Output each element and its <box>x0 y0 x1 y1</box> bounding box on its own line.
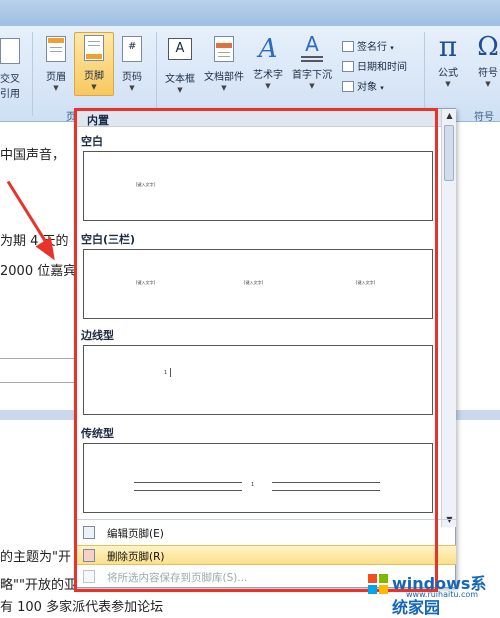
divider <box>0 382 74 383</box>
text-box-label: 文本框 <box>165 74 195 85</box>
cross-reference-label-1: 交叉 <box>0 74 20 85</box>
object-icon <box>342 81 354 92</box>
footer-label: 页脚 <box>84 71 104 82</box>
quick-parts-button[interactable]: 文档部件 ▼ <box>204 34 244 93</box>
date-time-button[interactable]: 日期和时间 <box>342 58 407 73</box>
windows-logo-icon <box>368 574 388 594</box>
chevron-down-icon: ▼ <box>177 86 183 94</box>
chevron-down-icon: ▼ <box>265 82 271 90</box>
highlight-box <box>74 108 438 592</box>
signature-icon <box>342 41 354 52</box>
date-time-label: 日期和时间 <box>357 62 407 73</box>
chevron-down-icon: ▼ <box>485 80 491 88</box>
equation-label: 公式 <box>438 68 458 79</box>
chevron-down-icon: ▼ <box>53 84 59 92</box>
page-number-button[interactable]: # 页码 ▼ <box>112 34 152 93</box>
chevron-down-icon: ▼ <box>91 83 97 91</box>
omega-icon: Ω <box>477 32 499 62</box>
symbol-button[interactable]: Ω 符号 ▼ <box>468 32 500 89</box>
chevron-down-icon: ▼ <box>445 80 451 88</box>
cross-reference-label-2: 引用 <box>0 89 20 100</box>
footer-icon <box>81 35 107 65</box>
group-separator <box>32 32 33 116</box>
cross-reference-icon <box>0 38 23 68</box>
quick-parts-label: 文档部件 <box>204 72 244 83</box>
text-box-icon: A <box>167 38 193 68</box>
doc-line: 的主题为"开 <box>0 550 71 565</box>
page-number-icon: # <box>119 36 145 66</box>
footer-button[interactable]: 页脚 ▼ <box>74 32 114 96</box>
drop-cap-icon: A <box>299 34 325 64</box>
chevron-down-icon: ▼ <box>129 84 135 92</box>
header-icon <box>43 36 69 66</box>
watermark: windows系统家园 www.ruihaitu.com <box>362 568 500 617</box>
signature-label: 签名行 <box>357 42 387 53</box>
divider <box>0 358 74 359</box>
object-label: 对象 <box>357 82 377 93</box>
object-button[interactable]: 对象 ▾ <box>342 78 384 93</box>
equation-button[interactable]: π 公式 ▼ <box>428 32 468 89</box>
chevron-down-icon: ▼ <box>221 84 227 92</box>
group-separator <box>424 32 425 116</box>
watermark-subtext: www.ruihaitu.com <box>406 590 479 599</box>
signature-line-button[interactable]: 签名行 ▾ <box>342 38 394 53</box>
scroll-up-icon[interactable]: ▲ <box>442 109 457 123</box>
wordart-icon: A <box>258 34 278 64</box>
header-button[interactable]: 页眉 ▼ <box>36 34 76 93</box>
doc-line: 中国声音， <box>0 148 66 163</box>
group-label-symbols: 符号 <box>474 112 494 123</box>
chevron-down-icon: ▼ <box>309 82 315 90</box>
drop-cap-label: 首字下沉 <box>292 70 332 81</box>
doc-line: 略""开放的亚 <box>0 578 77 593</box>
doc-line: 为期 4 天的 <box>0 234 69 249</box>
title-bar <box>0 0 500 26</box>
gallery-scrollbar[interactable]: ▲ ▼ <box>441 109 456 527</box>
pi-icon: π <box>438 30 458 63</box>
wordart-button[interactable]: A 艺术字 ▼ <box>248 34 288 91</box>
header-label: 页眉 <box>46 72 66 83</box>
drop-cap-button[interactable]: A 首字下沉 ▼ <box>292 34 332 91</box>
doc-line: 2000 位嘉宾 <box>0 264 77 279</box>
group-separator <box>156 32 157 116</box>
page-number-label: 页码 <box>122 72 142 83</box>
quick-parts-icon <box>211 36 237 66</box>
cross-reference-button[interactable]: 交叉 引用 <box>0 36 30 100</box>
doc-line: 有 100 多家派代表参加论坛 <box>0 600 164 615</box>
text-box-button[interactable]: A 文本框 ▼ <box>160 34 200 95</box>
calendar-icon <box>342 61 354 72</box>
wordart-label: 艺术字 <box>253 70 283 81</box>
symbol-label: 符号 <box>478 68 498 79</box>
scroll-thumb[interactable] <box>444 125 454 181</box>
